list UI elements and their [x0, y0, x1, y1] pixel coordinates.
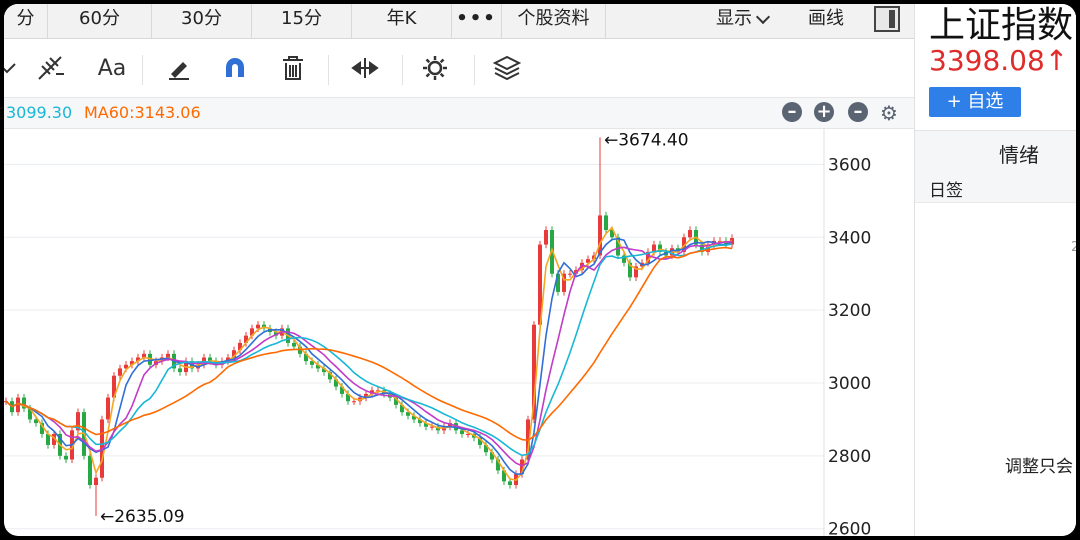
mood-tab-row: 情绪	[915, 130, 1076, 174]
y-tick-label: 2800	[828, 447, 871, 467]
ma30-line	[5, 243, 733, 457]
candle-body	[118, 368, 122, 376]
ma-legend-bar: 3099.30 MA60:3143.06 – + – ⚙	[4, 98, 914, 129]
trash-icon[interactable]	[276, 53, 310, 83]
ma10-line	[5, 237, 733, 475]
candle-body	[178, 368, 182, 373]
tab-mood[interactable]: 情绪	[999, 139, 1039, 168]
zoom-out-icon[interactable]: –	[848, 102, 868, 122]
drawing-toolbar: Aa	[4, 39, 914, 98]
resize-horizontal-icon[interactable]	[348, 53, 382, 83]
index-name: 上证指数	[929, 5, 1074, 46]
ma-value-cyan: 3099.30	[6, 103, 73, 122]
candle-body	[94, 477, 98, 485]
candle-body	[688, 230, 692, 238]
stock-info-panel: 上证指数 3398.08↑ + 自选 情绪 日签 2 调整只会	[914, 4, 1076, 536]
candle-body	[88, 455, 92, 485]
clipped-text: 2	[1071, 240, 1076, 255]
add-favorite-button[interactable]: + 自选	[929, 87, 1021, 117]
tab-yearly-k[interactable]: 年K	[352, 4, 452, 38]
daily-sign-label: 日签	[929, 181, 963, 201]
y-tick-label: 3200	[828, 301, 871, 321]
panel-toggle-icon[interactable]	[874, 6, 900, 32]
toolbar-divider	[142, 55, 143, 85]
ma20-line	[5, 240, 733, 467]
candle-body	[568, 273, 572, 275]
candle-body	[544, 230, 548, 245]
candle-body	[106, 397, 110, 420]
tab-minute[interactable]: 分	[4, 4, 48, 38]
y-tick-label: 3400	[828, 228, 871, 248]
collapse-icon[interactable]: –	[782, 102, 802, 122]
tab-30min[interactable]: 30分	[152, 4, 252, 38]
zoom-in-icon[interactable]: +	[814, 102, 834, 122]
font-tool-label: Aa	[97, 55, 127, 81]
index-price: 3398.08↑	[929, 44, 1069, 77]
candle-body	[64, 455, 68, 460]
daily-sign-row: 日签	[915, 172, 1076, 203]
chevron-down-icon	[755, 9, 771, 25]
ma60-line	[5, 246, 733, 442]
candle-body	[256, 324, 260, 329]
display-label: 显示	[716, 8, 752, 29]
tab-60min[interactable]: 60分	[48, 4, 152, 38]
tab-15min[interactable]: 15分	[252, 4, 352, 38]
tab-stock-profile[interactable]: 个股资料	[502, 4, 606, 38]
candle-body	[292, 342, 296, 347]
ma5-line	[5, 226, 733, 481]
high-annotation: ←3674.40	[604, 130, 689, 150]
text-tool-icon[interactable]: Aa	[92, 53, 132, 83]
draw-line-tab[interactable]: 画线	[790, 4, 862, 38]
toolbar-divider	[402, 55, 403, 85]
daily-quote-text: 调整只会	[1005, 457, 1073, 477]
candle-body	[508, 481, 512, 485]
app-window: 分 60分 30分 15分 年K ••• 个股资料 显示 画线 Aa 3099.…	[4, 4, 1076, 536]
partial-tool-icon[interactable]	[4, 53, 24, 83]
toolbar-divider	[328, 55, 329, 85]
layers-icon[interactable]	[490, 53, 524, 83]
period-tab-bar: 分 60分 30分 15分 年K ••• 个股资料 显示 画线	[4, 4, 914, 39]
candle-body	[604, 215, 608, 230]
y-tick-label: 2600	[828, 520, 871, 536]
candle-body	[460, 430, 464, 434]
magnet-icon[interactable]	[218, 53, 252, 83]
y-tick-label: 3600	[828, 155, 871, 175]
display-dropdown[interactable]: 显示	[694, 4, 790, 38]
ma60-value: MA60:3143.06	[84, 103, 201, 122]
settings-gear-icon[interactable]	[418, 53, 452, 83]
k-line-chart[interactable]: 3600 3400 3200 3000 2800 2600 ←3674.40 ←2635.09	[4, 128, 914, 536]
chart-settings-icon[interactable]: ⚙	[880, 101, 898, 125]
toolbar-divider	[474, 55, 475, 85]
fibonacci-icon[interactable]	[34, 53, 68, 83]
low-annotation: ←2635.09	[100, 507, 185, 527]
candle-body	[352, 401, 356, 403]
more-tab[interactable]: •••	[452, 4, 502, 38]
y-tick-label: 3000	[828, 374, 871, 394]
pen-icon[interactable]	[162, 53, 196, 83]
